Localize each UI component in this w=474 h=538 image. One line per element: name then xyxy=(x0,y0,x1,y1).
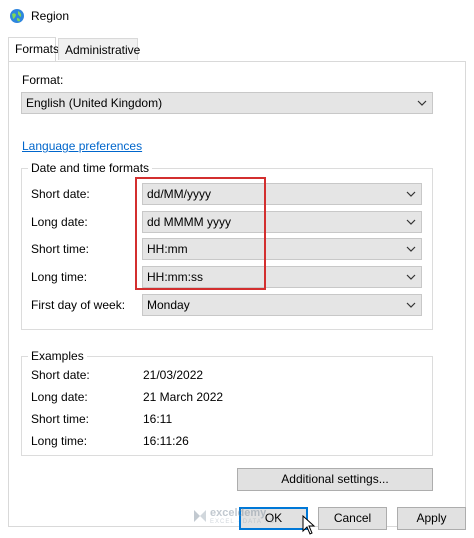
first-day-of-week-label: First day of week: xyxy=(31,298,126,312)
example-long-date-value: 21 March 2022 xyxy=(143,390,224,404)
chevron-down-icon xyxy=(406,246,416,252)
watermark-logo-icon xyxy=(194,510,206,522)
example-short-date-value: 21/03/2022 xyxy=(143,368,204,382)
chevron-down-icon xyxy=(406,191,416,197)
first-day-of-week-value: Monday xyxy=(147,298,190,312)
tab-administrative[interactable]: Administrative xyxy=(58,38,140,60)
watermark-sub: EXCEL · DATA · BI xyxy=(210,519,278,525)
example-long-date-label: Long date: xyxy=(31,390,88,404)
globe-icon xyxy=(10,9,24,23)
example-long-time-label: Long time: xyxy=(31,434,88,448)
exceldemy-watermark: exceldemy EXCEL · DATA · BI xyxy=(190,504,300,530)
format-value: English (United Kingdom) xyxy=(26,96,163,110)
tab-formats[interactable]: Formats xyxy=(8,37,59,61)
examples-group-title: Examples xyxy=(28,349,87,363)
format-dropdown[interactable]: English (United Kingdom) xyxy=(21,92,433,114)
mouse-cursor-icon xyxy=(302,515,316,535)
format-label: Format: xyxy=(22,73,64,87)
watermark-name: exceldemy xyxy=(210,507,267,519)
short-time-label: Short time: xyxy=(31,242,90,256)
example-short-time-label: Short time: xyxy=(31,412,90,426)
highlight-box xyxy=(135,177,266,290)
chevron-down-icon xyxy=(417,100,427,106)
apply-button[interactable]: Apply xyxy=(397,507,466,530)
first-day-of-week-dropdown[interactable]: Monday xyxy=(142,294,422,316)
chevron-down-icon xyxy=(406,219,416,225)
example-short-date-label: Short date: xyxy=(31,368,90,382)
long-time-label: Long time: xyxy=(31,270,88,284)
language-preferences-link[interactable]: Language preferences xyxy=(22,139,142,153)
title-bar: Region xyxy=(0,0,474,32)
cancel-button[interactable]: Cancel xyxy=(318,507,387,530)
chevron-down-icon xyxy=(406,302,416,308)
chevron-down-icon xyxy=(406,274,416,280)
example-short-time-value: 16:11 xyxy=(143,412,173,426)
example-long-time-value: 16:11:26 xyxy=(143,434,189,448)
additional-settings-button[interactable]: Additional settings... xyxy=(237,468,433,491)
window-title: Region xyxy=(31,9,70,23)
datetime-group-title: Date and time formats xyxy=(28,161,153,175)
long-date-label: Long date: xyxy=(31,215,88,229)
short-date-label: Short date: xyxy=(31,187,90,201)
